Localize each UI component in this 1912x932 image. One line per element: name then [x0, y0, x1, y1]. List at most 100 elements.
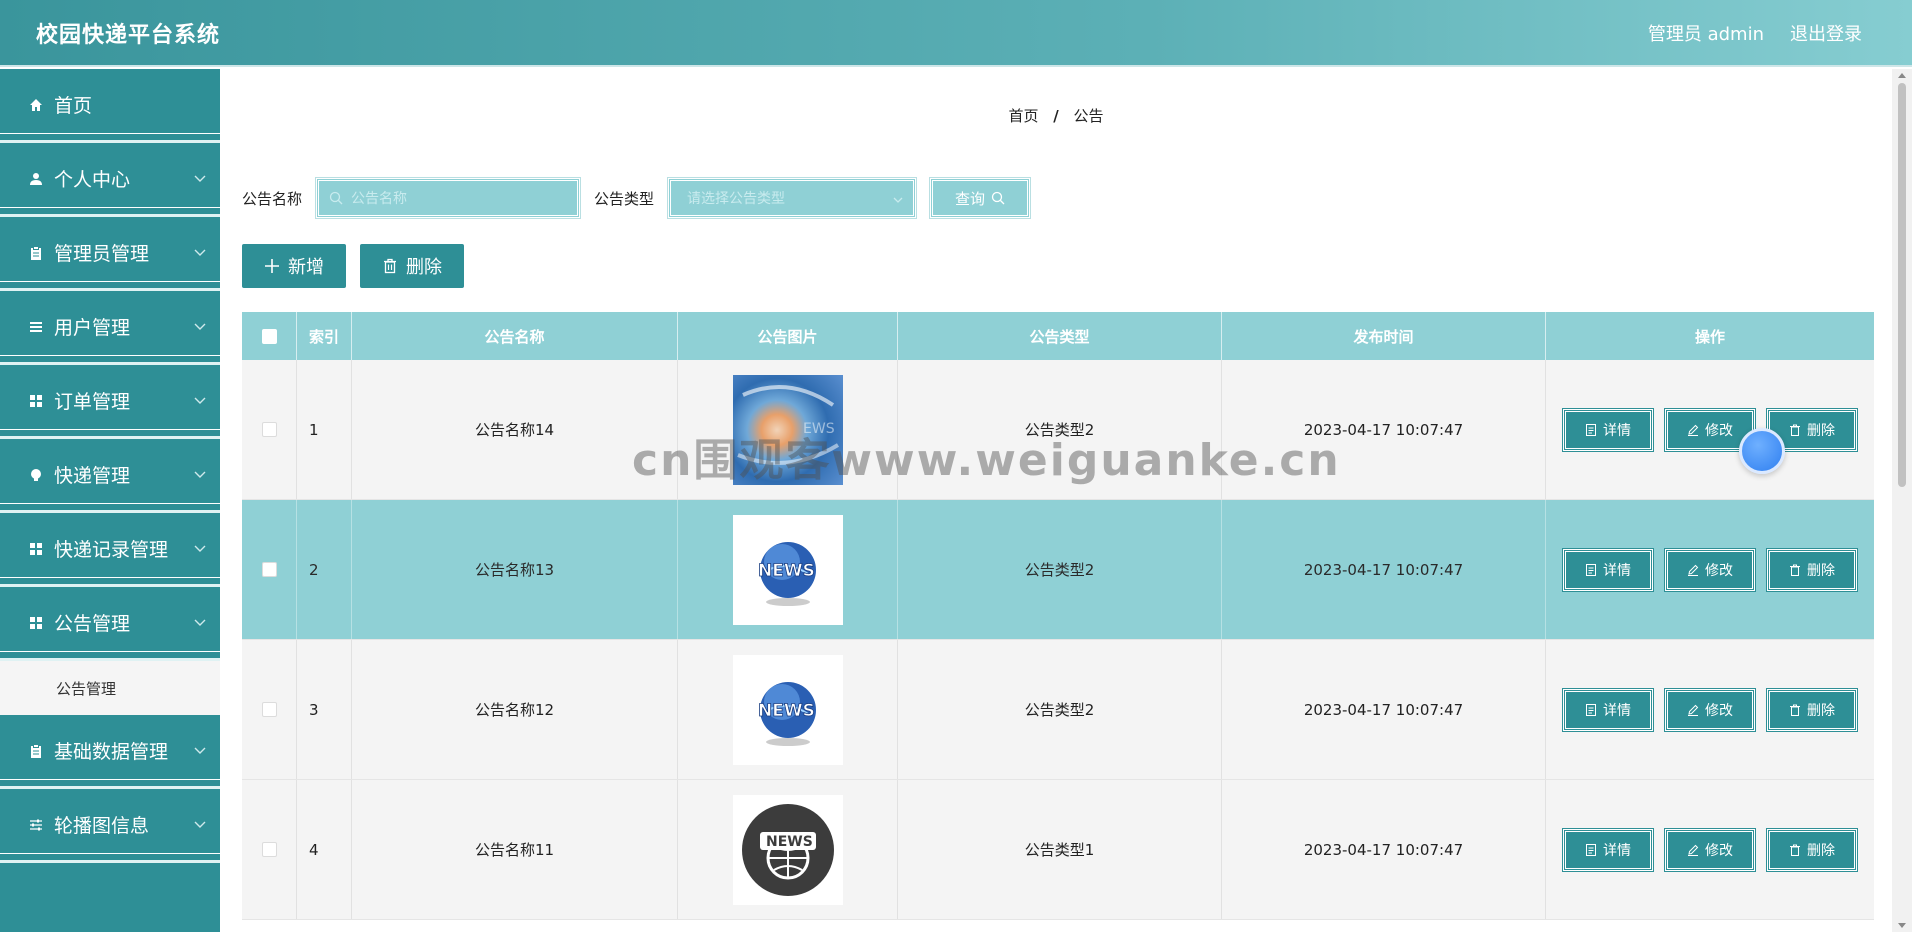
detail-button[interactable]: 详情 — [1562, 547, 1654, 592]
sidebar-item-express-records[interactable]: 快递记录管理 — [0, 513, 220, 587]
action-toolbar: 新增 删除 — [242, 244, 464, 288]
row-ops: 详情 修改 删除 — [1546, 640, 1874, 779]
admin-user-label[interactable]: 管理员 admin — [1648, 20, 1764, 46]
row-check-cell — [242, 360, 297, 499]
row-check-cell — [242, 780, 297, 919]
row-name: 公告名称12 — [352, 640, 678, 779]
pencil-icon — [1688, 704, 1699, 716]
name-search-placeholder: 公告名称 — [351, 191, 408, 207]
chevron-up-icon — [194, 619, 206, 626]
sidebar-item-carousel[interactable]: 轮播图信息 — [0, 789, 220, 863]
row-checkbox[interactable] — [261, 702, 277, 717]
edit-button[interactable]: 修改 — [1664, 827, 1756, 872]
row-checkbox[interactable] — [261, 842, 277, 857]
table-row: 3 公告名称12 NEWS 公告类型2 2023-04-17 10:07:47 … — [242, 640, 1874, 780]
plus-icon — [265, 259, 279, 273]
news-dark-globe-icon[interactable]: NEWS — [732, 794, 843, 905]
row-ops: 详情 修改 删除 — [1546, 500, 1874, 639]
row-image-cell: NEWS — [678, 780, 898, 919]
delete-button[interactable]: 删除 — [1766, 827, 1858, 872]
name-search-input[interactable]: 公告名称 — [315, 177, 582, 219]
clipboard-icon — [28, 743, 44, 759]
delete-button[interactable]: 删除 — [1766, 547, 1858, 592]
row-index: 4 — [297, 780, 352, 919]
news-globe-icon[interactable]: NEWS — [732, 514, 843, 625]
document-icon — [1586, 703, 1596, 716]
svg-text:NEWS: NEWS — [766, 834, 813, 850]
grid-icon — [28, 541, 44, 557]
detail-button-label: 详情 — [1603, 422, 1631, 439]
sidebar-item-express[interactable]: 快递管理 — [0, 439, 220, 513]
home-icon — [28, 97, 44, 113]
row-checkbox[interactable] — [261, 422, 277, 437]
bulk-delete-button[interactable]: 删除 — [360, 244, 464, 288]
sidebar-item-orders[interactable]: 订单管理 — [0, 365, 220, 439]
chevron-down-icon — [194, 545, 206, 552]
user-icon — [28, 171, 44, 187]
search-icon — [991, 191, 1005, 205]
app-title: 校园快递平台系统 — [36, 22, 221, 48]
row-type: 公告类型2 — [898, 500, 1222, 639]
news-globe-icon[interactable]: NEWS — [732, 654, 843, 765]
edit-button[interactable]: 修改 — [1664, 547, 1756, 592]
chevron-down-icon — [194, 249, 206, 256]
type-select[interactable]: 请选择公告类型 — [667, 177, 918, 219]
trash-icon — [1790, 844, 1800, 856]
scrollbar-thumb[interactable] — [1898, 83, 1906, 487]
detail-button[interactable]: 详情 — [1562, 827, 1654, 872]
query-button[interactable]: 查询 — [929, 177, 1032, 219]
table-row: 2 公告名称13 NEWS 公告类型2 2023-04-17 10:07:47 … — [242, 500, 1874, 640]
sidebar-item-home[interactable]: 首页 — [0, 69, 220, 143]
add-button[interactable]: 新增 — [242, 244, 346, 288]
row-type: 公告类型2 — [898, 360, 1222, 499]
row-ops: 详情 修改 删除 — [1546, 780, 1874, 919]
table-row: 4 公告名称11 NEWS 公告类型1 2023-04-17 10:07:47 … — [242, 780, 1874, 920]
svg-text:NEWS: NEWS — [758, 561, 815, 581]
add-button-label: 新增 — [288, 257, 324, 278]
sidebar-item-users[interactable]: 用户管理 — [0, 291, 220, 365]
pencil-icon — [1688, 564, 1699, 576]
row-checkbox[interactable] — [261, 562, 277, 577]
chevron-down-icon — [194, 397, 206, 404]
trash-icon — [384, 258, 396, 274]
list-icon — [28, 319, 44, 335]
delete-button-label: 删除 — [1807, 842, 1835, 859]
sidebar-item-label: 基础数据管理 — [54, 741, 169, 763]
news-swirl-photo[interactable]: EWS — [732, 374, 843, 485]
grid-icon — [28, 615, 44, 631]
sidebar-item-label: 管理员管理 — [54, 243, 150, 265]
row-name: 公告名称13 — [352, 500, 678, 639]
svg-text:EWS: EWS — [803, 421, 835, 437]
chevron-down-icon — [194, 323, 206, 330]
sidebar-item-profile[interactable]: 个人中心 — [0, 143, 220, 217]
breadcrumb-home[interactable]: 首页 — [1008, 107, 1038, 125]
sidebar-item-label: 用户管理 — [54, 317, 131, 339]
scroll-up-arrow-icon[interactable] — [1898, 73, 1906, 78]
scroll-down-arrow-icon[interactable] — [1898, 923, 1906, 928]
sidebar-item-label: 轮播图信息 — [54, 815, 150, 837]
page-scrollbar[interactable] — [1892, 69, 1912, 932]
floating-assistant-ball[interactable] — [1739, 428, 1785, 474]
query-button-label: 查询 — [955, 189, 986, 208]
logout-link[interactable]: 退出登录 — [1790, 20, 1862, 46]
delete-button[interactable]: 删除 — [1766, 687, 1858, 732]
sidebar-item-label: 个人中心 — [54, 169, 131, 191]
sidebar-item-announcements[interactable]: 公告管理 — [0, 587, 220, 661]
edit-button[interactable]: 修改 — [1664, 687, 1756, 732]
sidebar-item-admin[interactable]: 管理员管理 — [0, 217, 220, 291]
row-time: 2023-04-17 10:07:47 — [1222, 640, 1546, 779]
detail-button-label: 详情 — [1603, 702, 1631, 719]
detail-button[interactable]: 详情 — [1562, 687, 1654, 732]
detail-button[interactable]: 详情 — [1562, 407, 1654, 452]
top-header: 校园快递平台系统 管理员 admin 退出登录 — [0, 0, 1912, 67]
breadcrumb-separator: / — [1053, 107, 1059, 125]
header-ops: 操作 — [1694, 327, 1725, 346]
sidebar-item-base-data[interactable]: 基础数据管理 — [0, 715, 220, 789]
row-index: 2 — [297, 500, 352, 639]
edit-button-label: 修改 — [1705, 702, 1733, 719]
select-all-checkbox[interactable] — [261, 328, 277, 344]
select-all-cell — [242, 312, 297, 360]
sidebar-item-label: 首页 — [54, 95, 93, 117]
submenu-item-announcement-manage[interactable]: 公告管理 — [0, 661, 220, 715]
table-header: 索引 公告名称 公告图片 公告类型 发布时间 操作 — [242, 312, 1874, 360]
